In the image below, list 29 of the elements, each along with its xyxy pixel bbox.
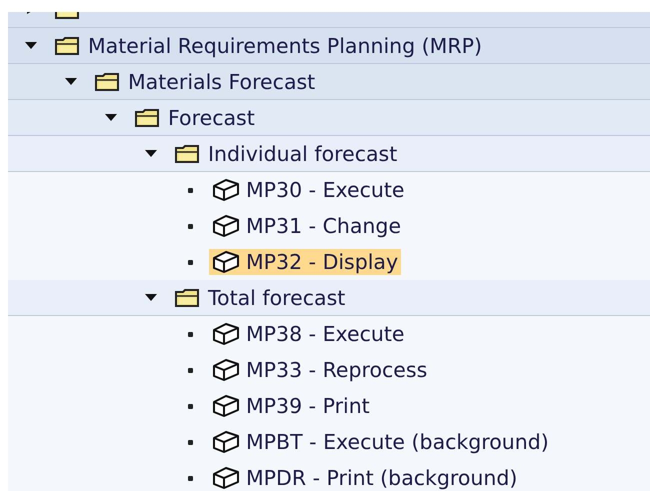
folder-icon (174, 144, 200, 164)
bullet-icon (188, 188, 193, 192)
bullet-icon (188, 440, 193, 444)
bullet-icon (188, 368, 193, 372)
collapse-arrow-icon[interactable] (144, 149, 158, 158)
bullet-icon (188, 260, 193, 264)
collapse-arrow-icon[interactable] (104, 113, 118, 122)
tree-item[interactable]: MP32 - Display (209, 249, 402, 275)
cube-icon (212, 358, 240, 382)
tree-item[interactable]: Total forecast (171, 284, 348, 310)
bullet-icon (188, 404, 193, 408)
tree-item[interactable]: MP39 - Print (209, 393, 373, 419)
bullet-icon (188, 476, 193, 480)
cube-icon (212, 430, 240, 454)
collapse-arrow-icon[interactable] (24, 41, 38, 50)
cube-icon (212, 178, 240, 202)
cube-icon (212, 250, 240, 274)
folder-icon (174, 288, 200, 308)
folder-icon (134, 108, 160, 128)
folder-icon (54, 36, 80, 56)
cube-icon (212, 214, 240, 238)
bullet-icon (188, 332, 193, 336)
cube-icon (212, 322, 240, 346)
collapse-arrow-icon[interactable] (144, 293, 158, 302)
collapse-arrow-icon[interactable] (64, 77, 78, 86)
tree-item[interactable]: Forecast (131, 104, 258, 130)
bullet-icon (188, 224, 193, 228)
cube-icon (212, 394, 240, 418)
folder-icon (94, 72, 120, 92)
